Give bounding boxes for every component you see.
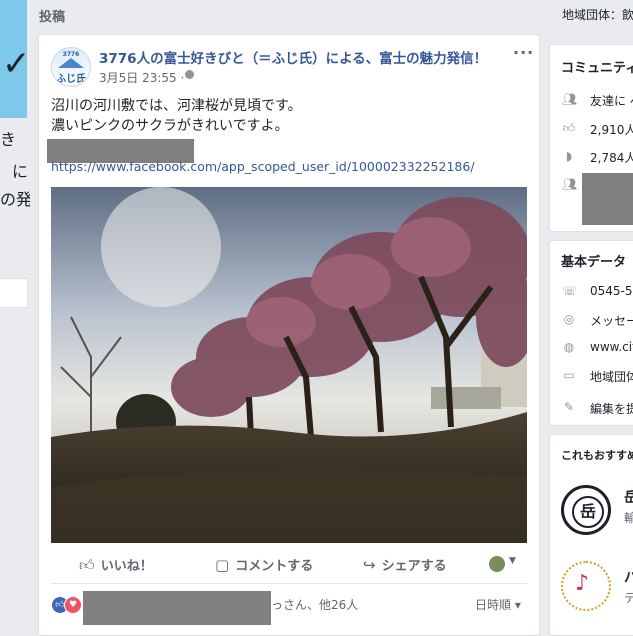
community-invite-friends[interactable]: 友達に ペ	[590, 92, 633, 109]
send-message-link[interactable]: メッセー	[590, 312, 633, 329]
page-category: 地域団体：飲	[562, 8, 633, 22]
community-card: コミュニティ 👥︎ 友達に ペ 👍︎ 2,910人 ◗ 2,784人 👥︎	[549, 44, 633, 232]
reactions-bar: 👍︎ ♥ っさん、他26人 日時順 ▾	[51, 591, 527, 625]
posts-heading: 投稿	[39, 10, 66, 25]
music-note-icon: ♪	[575, 571, 590, 596]
comment-button[interactable]: ▢ コメントする	[215, 555, 313, 574]
pencil-icon: ✎	[563, 400, 575, 414]
cherry-blossom-photo	[51, 187, 527, 543]
like-label: いいね！	[100, 559, 153, 574]
post-photo[interactable]	[51, 187, 527, 543]
phone-icon: ☏	[562, 284, 578, 298]
share-icon: ↪	[363, 556, 376, 574]
post-timestamp[interactable]: 3月5日 23:55 ·	[99, 69, 184, 86]
recommended-page-category: 輸	[624, 509, 633, 526]
page-avatar[interactable]: 3776 ふじ氏	[51, 47, 91, 87]
friends-icon: 👥︎	[562, 177, 578, 191]
friends-icon: 👥︎	[562, 92, 578, 106]
globe-icon: ◍	[563, 340, 575, 354]
basic-info-heading: 基本データ	[561, 255, 627, 270]
comment-sort-dropdown[interactable]: 日時順 ▾	[475, 596, 521, 613]
category-icon: ▭	[563, 368, 575, 382]
basic-info-card: 基本データ ☏ 0545-55 ◎ メッセー ◍ www.city ▭ 地域団体…	[549, 240, 633, 426]
share-label: シェアする	[381, 559, 447, 574]
post-page-name[interactable]: 3776人の富士好きびと（＝ふじ氏）による、富士の魅力発信！	[99, 47, 487, 67]
recommended-page-logo[interactable]: 岳	[561, 485, 611, 535]
website-link[interactable]: www.city	[590, 340, 633, 354]
recommended-page-name[interactable]: バ	[624, 567, 633, 587]
thumbs-up-icon: 👍︎	[562, 121, 576, 135]
post-card: 3776 ふじ氏 3776人の富士好きびと（＝ふじ氏）による、富士の魅力発信！ …	[38, 34, 540, 636]
post-text-line: 沼川の河川敷では、河津桜が見頃です。	[51, 98, 302, 114]
page-category-info[interactable]: 地域団体	[590, 368, 633, 385]
avatar-number: 3776	[62, 51, 80, 58]
emblem-icon: 岳	[572, 496, 604, 528]
left-nav-box[interactable]	[0, 278, 28, 308]
avatar-name: ふじ氏	[56, 74, 86, 85]
redacted-block	[582, 173, 633, 225]
community-followers: 2,784人	[590, 151, 633, 165]
recommended-page-logo[interactable]: ♪	[561, 561, 611, 611]
more-options-icon[interactable]: ···	[513, 43, 534, 62]
logo-swoosh-icon: ✓	[2, 44, 30, 84]
recommended-pages-card: これもおすすめ 岳 岳 輸 ♪ バ デ	[549, 434, 633, 636]
post-link[interactable]: https://www.facebook.com/app_scoped_user…	[51, 159, 475, 174]
redacted-block	[83, 591, 271, 625]
like-button[interactable]: 👍︎ いいね！	[79, 555, 153, 575]
community-likes: 2,910人	[590, 123, 633, 137]
comment-icon: ▢	[215, 556, 230, 574]
page-title-fragment: に	[12, 162, 29, 181]
recommended-page-name[interactable]: 岳	[624, 487, 633, 507]
thumbs-up-icon: 👍︎	[79, 556, 95, 574]
post-text-line: 濃いピンクのサクラがきれいですよ。	[51, 118, 289, 134]
page-title-fragment: き	[0, 130, 17, 149]
chevron-down-icon[interactable]: ▼	[509, 556, 516, 566]
share-button[interactable]: ↪ シェアする	[363, 555, 447, 574]
phone-number[interactable]: 0545-55	[590, 284, 633, 298]
post-as-avatar[interactable]	[489, 556, 505, 572]
suggest-edit-link[interactable]: 編集を提	[590, 400, 633, 417]
comment-label: コメントする	[235, 559, 314, 574]
page-profile-picture[interactable]: ✓	[0, 0, 30, 118]
messenger-icon: ◎	[563, 312, 575, 326]
recommended-page-category: デ	[624, 589, 633, 606]
community-heading: コミュニティ	[561, 61, 633, 76]
post-action-bar: 👍︎ いいね！ ▢ コメントする ↪ シェアする ▼	[51, 547, 527, 584]
recommended-heading: これもおすすめ	[561, 449, 633, 462]
rss-icon: ◗	[565, 149, 573, 163]
page-title-fragment: の発	[0, 190, 30, 209]
globe-icon	[185, 70, 194, 79]
love-reaction-icon[interactable]: ♥	[64, 596, 82, 614]
left-sidebar: ✓ き に の発	[0, 0, 30, 623]
reaction-summary[interactable]: っさん、他26人	[271, 596, 358, 613]
mount-fuji-icon	[58, 58, 84, 68]
